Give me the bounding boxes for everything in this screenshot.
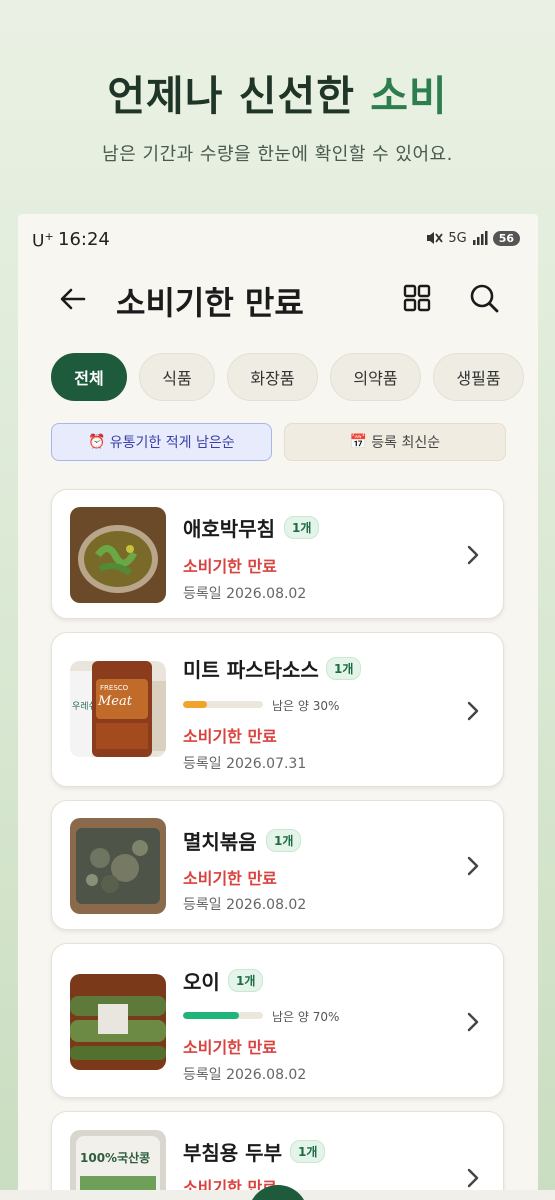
signal-icon bbox=[472, 231, 488, 245]
tab-cosmetics[interactable]: 화장품 bbox=[227, 353, 318, 401]
back-arrow-icon[interactable] bbox=[58, 284, 88, 314]
category-tabs: 전체 식품 화장품 의약품 생필품 bbox=[51, 353, 524, 401]
item-name: 오이 bbox=[183, 970, 220, 994]
sort-by-recent-button[interactable]: 📅 등록 최신순 bbox=[284, 423, 506, 461]
item-name: 부침용 두부 bbox=[183, 1141, 282, 1165]
quantity-badge: 1개 bbox=[290, 1140, 326, 1163]
registered-date: 등록일 2026.08.02 bbox=[183, 1067, 307, 1083]
status-time: 16:24 bbox=[58, 229, 110, 250]
carrier-plus: + bbox=[44, 230, 54, 243]
promo-title-main: 언제나 신선한 bbox=[107, 72, 371, 120]
promo-title-accent: 소비 bbox=[370, 72, 448, 120]
tofu-label: 100%국산콩 bbox=[80, 1150, 150, 1165]
expiry-status: 소비기한 만료 bbox=[183, 727, 277, 746]
chevron-right-icon bbox=[467, 701, 479, 721]
remaining-amount-label: 남은 양 70% bbox=[272, 1010, 340, 1024]
chevron-right-icon bbox=[467, 545, 479, 565]
sort-by-recent-label: 등록 최신순 bbox=[371, 435, 441, 451]
expiry-status: 소비기한 만료 bbox=[183, 557, 277, 576]
item-thumbnail: 우레쉬 FRESCO Meat bbox=[70, 661, 166, 757]
list-item[interactable]: 멸치볶음 1개 소비기한 만료 등록일 2026.08.02 bbox=[51, 800, 504, 930]
network-label: 5G bbox=[448, 230, 467, 246]
chevron-right-icon bbox=[467, 856, 479, 876]
promo-subtitle: 남은 기간과 수량을 한눈에 확인할 수 있어요. bbox=[102, 144, 453, 165]
quantity-badge: 1개 bbox=[228, 969, 264, 992]
remaining-amount-bar bbox=[183, 1012, 263, 1019]
list-item[interactable]: 우레쉬 FRESCO Meat 미트 파스타소스 1개 남은 양 30% 소비기한 … bbox=[51, 632, 504, 787]
quantity-badge: 1개 bbox=[284, 516, 320, 539]
tab-all[interactable]: 전체 bbox=[51, 353, 127, 401]
item-name: 미트 파스타소스 bbox=[183, 658, 319, 682]
chevron-right-icon bbox=[467, 1012, 479, 1032]
sauce-brand-label: FRESCO bbox=[100, 684, 129, 692]
status-bar: U+ 16:24 5G 56 bbox=[18, 214, 538, 264]
mute-icon bbox=[427, 232, 444, 244]
registered-date: 등록일 2026.07.31 bbox=[183, 756, 307, 772]
remaining-amount-fill bbox=[183, 1012, 239, 1019]
remaining-amount-label: 남은 양 30% bbox=[272, 699, 340, 713]
item-thumbnail bbox=[70, 974, 166, 1070]
item-thumbnail bbox=[70, 818, 166, 914]
grid-view-icon[interactable] bbox=[402, 283, 432, 313]
search-icon[interactable] bbox=[468, 282, 500, 314]
tab-household[interactable]: 생필품 bbox=[433, 353, 524, 401]
sort-by-expiry-label: 유통기한 적게 남은순 bbox=[109, 435, 235, 451]
quantity-badge: 1개 bbox=[266, 829, 302, 852]
expiry-status: 소비기한 만료 bbox=[183, 1038, 277, 1057]
list-item[interactable]: 오이 1개 남은 양 70% 소비기한 만료 등록일 2026.08.02 bbox=[51, 943, 504, 1098]
list-item[interactable]: 애호박무침 1개 소비기한 만료 등록일 2026.08.02 bbox=[51, 489, 504, 619]
app-header: 소비기한 만료 bbox=[18, 276, 538, 326]
status-icons: 5G 56 bbox=[425, 230, 520, 246]
remaining-amount-fill bbox=[183, 701, 207, 708]
carrier-name: U bbox=[32, 231, 45, 252]
tab-food[interactable]: 식품 bbox=[139, 353, 215, 401]
item-thumbnail bbox=[70, 507, 166, 603]
tab-medicine[interactable]: 의약품 bbox=[330, 353, 421, 401]
registered-date: 등록일 2026.08.02 bbox=[183, 586, 307, 602]
phone-screen: U+ 16:24 5G 56 소비기한 만료 전체 식품 화장품 의약품 생필품… bbox=[18, 214, 538, 1200]
remaining-amount-bar bbox=[183, 701, 263, 708]
alarm-clock-icon: ⏰ bbox=[88, 434, 106, 450]
carrier-label: U+ bbox=[32, 230, 54, 252]
sauce-name-label: Meat bbox=[97, 694, 133, 709]
quantity-badge: 1개 bbox=[326, 657, 362, 680]
item-name: 애호박무침 bbox=[183, 517, 275, 541]
sort-options: ⏰ 유통기한 적게 남은순 📅 등록 최신순 bbox=[51, 423, 506, 461]
chevron-right-icon bbox=[467, 1168, 479, 1188]
item-name: 멸치볶음 bbox=[183, 830, 257, 854]
promo-title: 언제나 신선한 소비 bbox=[0, 62, 555, 122]
page-title: 소비기한 만료 bbox=[116, 284, 304, 322]
registered-date: 등록일 2026.08.02 bbox=[183, 897, 307, 913]
expiry-status: 소비기한 만료 bbox=[183, 869, 277, 888]
battery-indicator: 56 bbox=[492, 230, 520, 246]
calendar-icon: 📅 bbox=[349, 434, 368, 450]
sort-by-expiry-button[interactable]: ⏰ 유통기한 적게 남은순 bbox=[51, 423, 272, 461]
